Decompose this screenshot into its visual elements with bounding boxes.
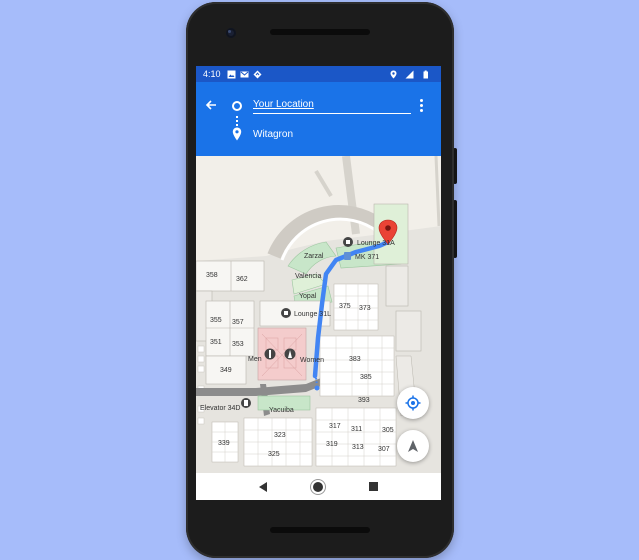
- label-room-323: 323: [274, 432, 286, 439]
- label-room-393: 393: [358, 397, 370, 404]
- label-zarzal: Zarzal: [304, 253, 324, 260]
- elevator-icon: [241, 398, 251, 408]
- route-dots-icon: [236, 116, 238, 126]
- arrow-left-icon[interactable]: [205, 99, 217, 113]
- label-lounge-31a: Lounge 31A: [357, 240, 395, 247]
- label-room-355: 355: [210, 317, 222, 324]
- destination-input[interactable]: Witagron: [253, 128, 293, 142]
- earpiece-speaker: [270, 29, 370, 35]
- label-room-307: 307: [378, 446, 390, 453]
- room-marker-icon: [344, 252, 351, 260]
- lounge-icon: [281, 308, 291, 318]
- label-room-339: 339: [218, 440, 230, 447]
- indoor-map[interactable]: Lounge 31A MK 371 Zarzal Valencia Yopal …: [196, 155, 441, 473]
- restroom-men-icon: [264, 348, 276, 360]
- status-time: 4:10: [203, 69, 221, 79]
- label-room-351: 351: [210, 339, 222, 346]
- label-room-349: 349: [220, 367, 232, 374]
- origin-circle-icon: [232, 101, 242, 111]
- label-room-311: 311: [351, 426, 362, 433]
- location-diamond-icon: [253, 70, 262, 79]
- label-room-325: 325: [268, 451, 280, 458]
- route-start-dot: [314, 385, 320, 391]
- label-room-385: 385: [360, 374, 372, 381]
- front-camera: [226, 28, 236, 38]
- label-room-305: 305: [382, 427, 394, 434]
- lounge-icon: [343, 237, 353, 247]
- label-mk-371: MK 371: [355, 254, 379, 261]
- nav-home-icon[interactable]: [313, 481, 323, 492]
- my-location-icon[interactable]: [397, 387, 429, 419]
- label-room-319: 319: [326, 441, 338, 448]
- label-lounge-31l: Lounge 31L: [294, 311, 331, 318]
- destination-pin-icon: [232, 127, 242, 141]
- signal-icon: [405, 70, 414, 79]
- compass-arrow-icon[interactable]: [397, 430, 429, 462]
- battery-icon: [421, 70, 430, 79]
- label-room-358: 358: [206, 272, 218, 279]
- system-nav-bar: [196, 473, 441, 500]
- label-men: Men: [248, 356, 262, 363]
- label-room-373: 373: [359, 305, 371, 312]
- label-room-375: 375: [339, 303, 351, 310]
- label-room-362: 362: [236, 276, 248, 283]
- image-icon: [227, 70, 236, 79]
- label-room-313: 313: [352, 444, 364, 451]
- bottom-speaker: [270, 527, 370, 533]
- label-women: Women: [300, 357, 324, 364]
- status-bar: 4:10: [196, 66, 441, 82]
- label-room-383: 383: [349, 356, 361, 363]
- label-elevator-34d: Elevator 34D: [200, 405, 240, 412]
- restroom-women-icon: [284, 348, 296, 360]
- location-pin-icon: [389, 70, 398, 79]
- origin-input[interactable]: Your Location: [253, 98, 411, 114]
- nav-recents-icon[interactable]: [369, 482, 378, 491]
- label-room-353: 353: [232, 341, 244, 348]
- gmail-icon: [240, 70, 249, 79]
- label-room-317: 317: [329, 423, 341, 430]
- directions-header: Your Location Witagron: [196, 82, 441, 156]
- label-room-357: 357: [232, 319, 244, 326]
- label-yacuiba: Yacuiba: [269, 407, 294, 414]
- label-yopal: Yopal: [299, 293, 317, 300]
- phone-screen: 4:10 Your Location Witagron Lounge 31A M…: [196, 66, 441, 500]
- nav-back-icon[interactable]: [259, 481, 267, 492]
- label-valencia: Valencia: [295, 273, 321, 280]
- more-vert-icon[interactable]: [418, 99, 424, 113]
